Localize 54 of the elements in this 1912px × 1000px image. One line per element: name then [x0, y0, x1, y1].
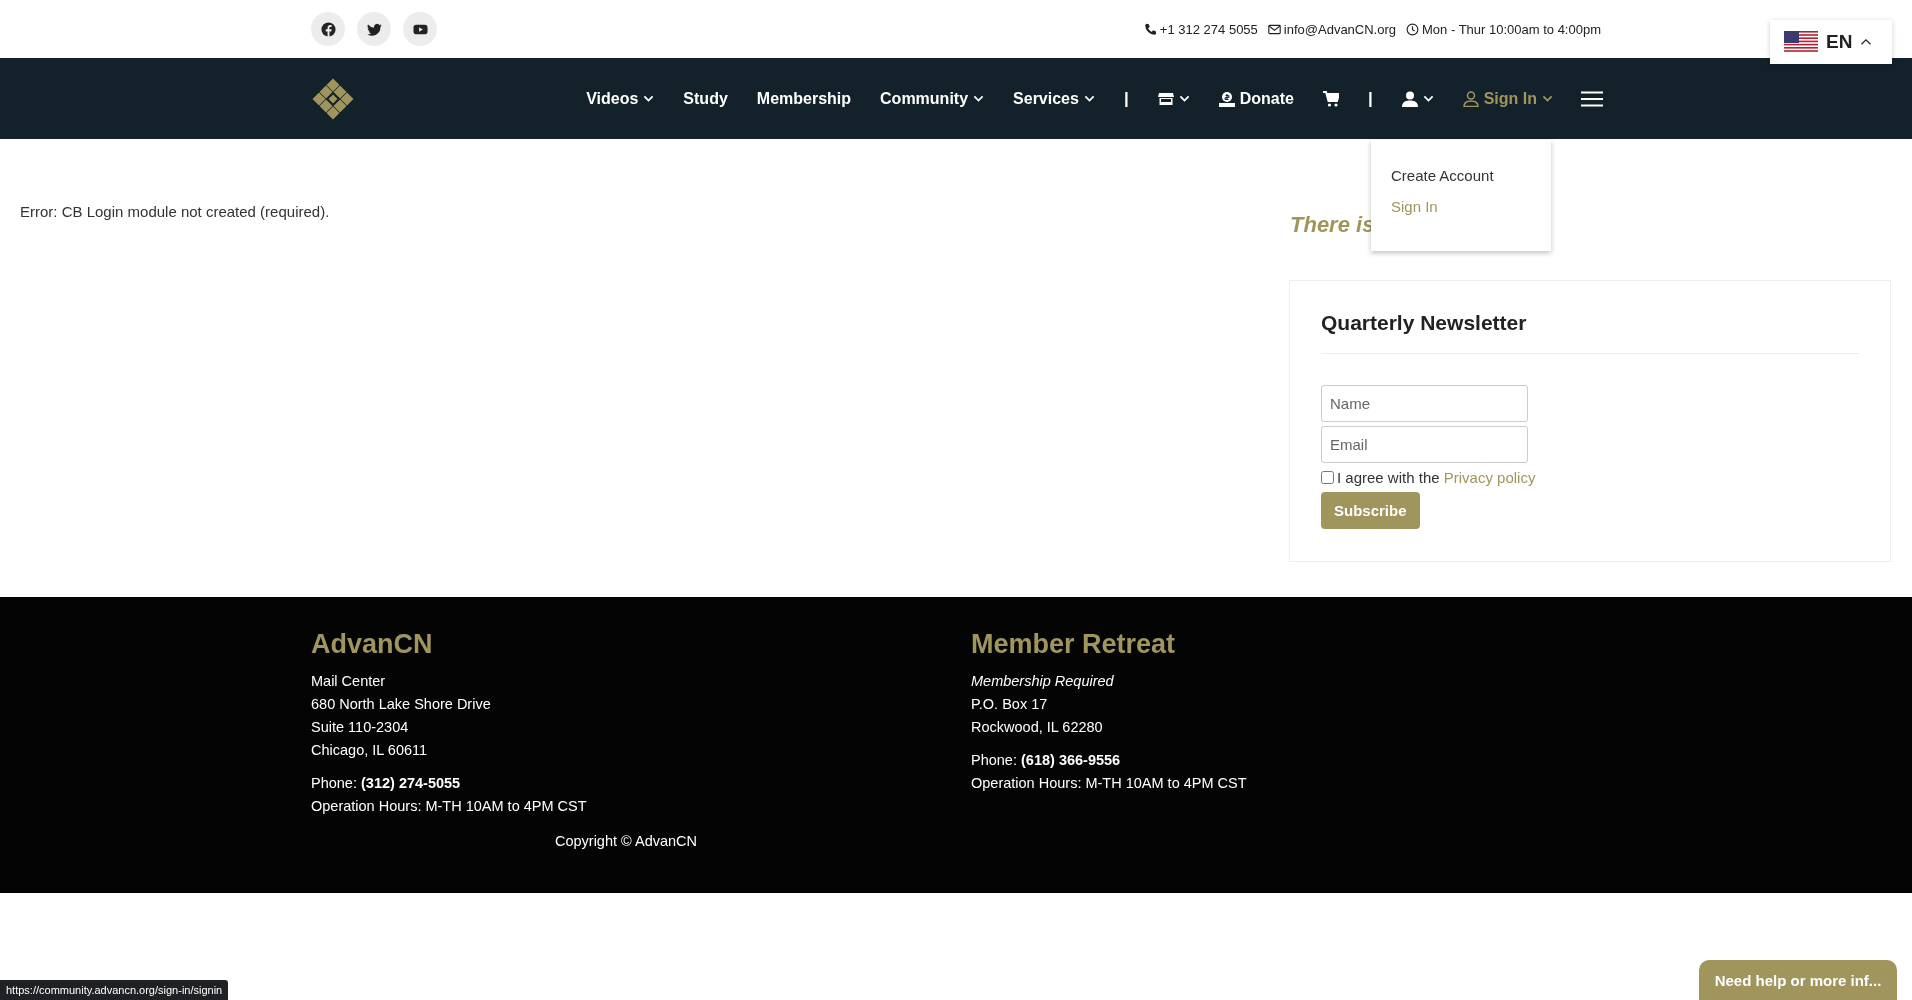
dropdown-item[interactable]: Create Account [1391, 167, 1551, 184]
newsletter-title: Quarterly Newsletter [1321, 311, 1860, 354]
envelope-icon [1267, 22, 1281, 36]
twitter-link[interactable] [357, 12, 391, 46]
footer-text: Rockwood, IL 62280 [971, 718, 1104, 737]
facebook-icon [320, 21, 336, 37]
contact-text: Mon - Thur 10:00am to 4:00pm [1422, 21, 1601, 37]
footer-text: 680 North Lake Shore Drive [311, 695, 492, 714]
nav-link[interactable]: Services [1013, 89, 1095, 108]
contact-text[interactable]: info@AdvanCN.org [1283, 21, 1397, 37]
coin-person-icon [1218, 90, 1235, 107]
bird-icon [366, 21, 382, 37]
footer-text: Phone: (618) 366-9556 [971, 751, 1122, 770]
menu-icon[interactable] [1581, 90, 1603, 107]
nav-separator: | [1367, 88, 1373, 109]
footer-text: P.O. Box 17 [971, 695, 1049, 714]
footer-heading: AdvanCN [311, 629, 434, 660]
footer-text: Operation Hours: M-TH 10AM to 4PM CST [311, 797, 588, 816]
nav-link[interactable]: Membership [756, 89, 852, 108]
footer-text: Membership Required [971, 672, 1115, 691]
store-icon [1157, 90, 1174, 107]
facebook-link[interactable] [311, 12, 345, 46]
consent-checkbox[interactable] [1321, 471, 1334, 484]
nav-link[interactable]: Community [880, 89, 985, 108]
status-url: https://community.advancn.org/sign-in/signin [0, 980, 229, 1000]
input-field[interactable]: Name [1321, 385, 1528, 422]
error-message: Error: CB Login module not created (required). [20, 203, 331, 220]
cart-icon [1322, 90, 1339, 107]
footer-text: Mail Center [311, 672, 387, 691]
phone-icon [1143, 22, 1157, 36]
input-field[interactable]: Email [1321, 426, 1528, 463]
nav-link[interactable]: Videos [586, 89, 655, 108]
nav-link[interactable]: Study [683, 89, 728, 108]
footer-text: Phone: (312) 274-5055 [311, 774, 462, 793]
footer-text: Chicago, IL 60611 [311, 741, 429, 760]
nav-link[interactable]: Sign In [1462, 89, 1553, 108]
footer-heading: Member Retreat [971, 629, 1177, 660]
footer-text: Operation Hours: M-TH 10AM to 4PM CST [971, 774, 1248, 793]
youtube-link[interactable] [403, 12, 437, 46]
user-icon [1401, 90, 1418, 107]
user-icon [1462, 90, 1479, 107]
language-selector[interactable]: EN [1770, 20, 1892, 64]
footer-text: Suite 110-2304 [311, 718, 410, 737]
consent-text: I agree with the Privacy policy [1337, 469, 1536, 486]
copyright-text: Copyright © AdvanCN [554, 833, 698, 849]
clock-icon [1406, 22, 1420, 36]
contact-text: +1 312 274 5055 [1159, 21, 1258, 37]
logo-icon[interactable] [311, 76, 355, 121]
nav-icon-button[interactable] [1401, 90, 1434, 107]
flag-icon [1784, 31, 1818, 53]
nav-icon-button[interactable] [1157, 90, 1190, 107]
nav-link[interactable]: Donate [1218, 89, 1294, 108]
nav-separator: | [1123, 88, 1129, 109]
nav-icon-button[interactable] [1322, 90, 1339, 107]
